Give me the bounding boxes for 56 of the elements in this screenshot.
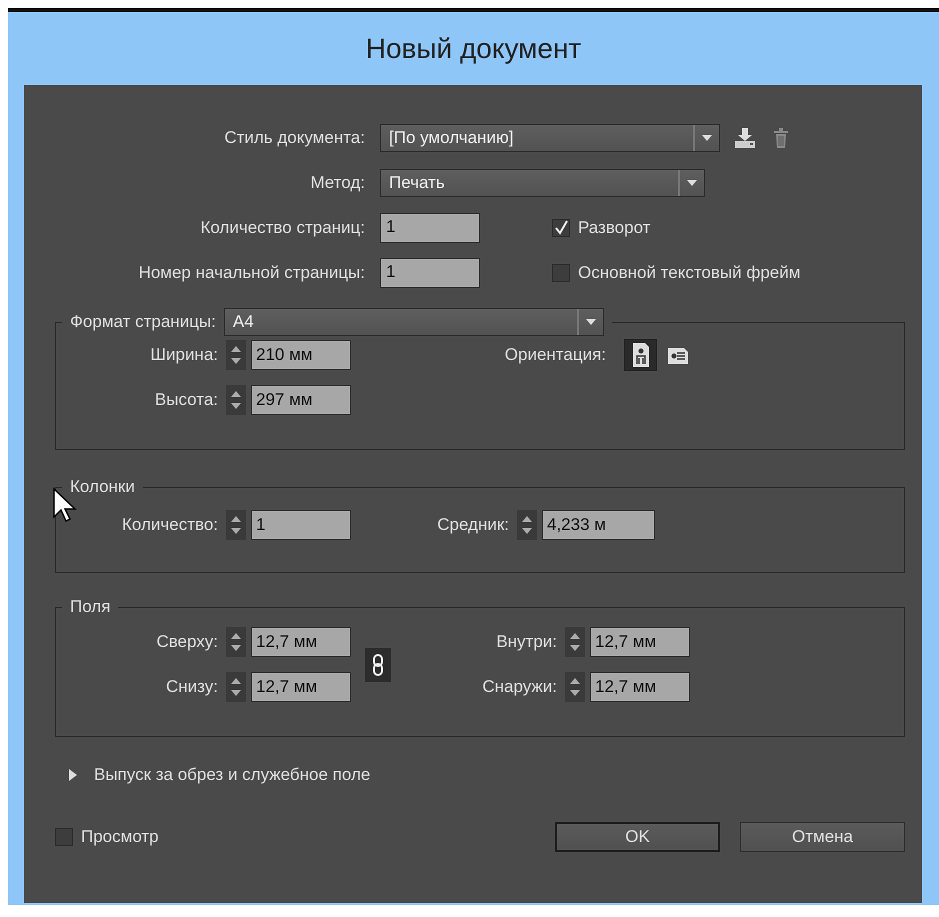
start-page-field[interactable]: 1 (380, 258, 480, 288)
chain-icon (371, 654, 385, 676)
field-label: Снаружи: (481, 677, 557, 697)
field-label: Номер начальной страницы: (138, 262, 365, 282)
intent-dropdown[interactable]: Печать (380, 168, 705, 196)
group-label: Формат страницы: (70, 312, 216, 332)
caret-icon (584, 318, 597, 326)
page-size-dropdown[interactable]: A4 (224, 308, 604, 336)
field-label: Снизу: (165, 677, 218, 697)
column-count-field[interactable]: 1 (251, 510, 351, 540)
group-label: Поля (70, 597, 110, 617)
save-icon[interactable] (732, 126, 758, 150)
disclosure-triangle-icon (68, 768, 78, 782)
caret-icon (701, 134, 713, 142)
field-label: Внутри: (495, 632, 557, 652)
portrait-page-icon (630, 342, 650, 368)
preview-checkbox[interactable]: Просмотр (55, 827, 159, 847)
cancel-button[interactable]: Отмена (740, 822, 905, 852)
spinner-icon[interactable] (226, 340, 246, 370)
spinner-icon[interactable] (226, 627, 246, 657)
facing-pages-checkbox[interactable]: Разворот (552, 218, 650, 238)
field-label: Средник: (436, 515, 509, 535)
landscape-page-icon (666, 345, 688, 365)
field-label: Ширина: (149, 345, 218, 365)
ok-button[interactable]: OK (555, 822, 720, 852)
bleed-disclosure[interactable]: Выпуск за обрез и служебное поле (68, 760, 370, 790)
portrait-button[interactable] (624, 339, 657, 371)
document-style-dropdown[interactable]: [По умолчанию] (380, 124, 720, 152)
pages-field[interactable]: 1 (380, 212, 480, 242)
window-title: Новый документ (364, 32, 582, 66)
field-label: Ориентация: (504, 345, 606, 365)
spinner-icon[interactable] (565, 672, 585, 702)
primary-text-frame-checkbox[interactable]: Основной текстовый фрейм (552, 262, 800, 282)
field-label: Стиль документа: (223, 128, 365, 148)
bleed-label: Выпуск за обрез и служебное поле (94, 765, 370, 785)
margin-field[interactable]: 12,7 мм (251, 672, 351, 702)
field-label: Количество: (120, 515, 218, 535)
group-label: Колонки (70, 477, 135, 497)
field-label: Метод: (309, 172, 365, 192)
margin-field[interactable]: 12,7 мм (590, 627, 690, 657)
caret-icon (686, 178, 698, 186)
field-label: Высота: (154, 390, 218, 410)
spinner-icon[interactable] (226, 385, 246, 415)
field-label: Количество страниц: (199, 218, 365, 238)
height-field[interactable]: 297 мм (251, 385, 351, 415)
gutter-field[interactable]: 4,233 м (542, 510, 655, 540)
spinner-icon[interactable] (226, 510, 246, 540)
width-field[interactable]: 210 мм (251, 340, 351, 370)
link-button[interactable] (365, 648, 391, 682)
spinner-icon[interactable] (517, 510, 537, 540)
margin-field[interactable]: 12,7 мм (590, 672, 690, 702)
spinner-icon[interactable] (226, 672, 246, 702)
field-label: Сверху: (155, 632, 218, 652)
check-icon (553, 220, 569, 236)
margin-field[interactable]: 12,7 мм (251, 627, 351, 657)
spinner-icon[interactable] (565, 627, 585, 657)
